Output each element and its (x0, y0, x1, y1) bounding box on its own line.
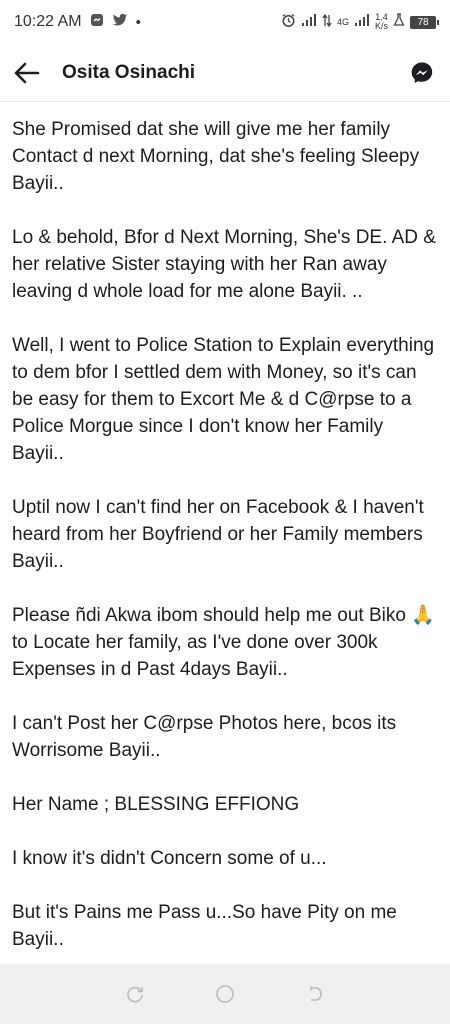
notification-dot: • (135, 13, 141, 31)
recent-apps-icon (127, 986, 143, 1003)
home-icon (216, 985, 234, 1003)
post-paragraph: Uptil now I can't find her on Facebook &… (12, 497, 430, 572)
post-paragraph: I can't Post her C@rpse Photos here, bco… (12, 713, 402, 761)
recent-apps-button[interactable] (120, 979, 150, 1009)
post-content: She Promised dat she will give me her fa… (0, 102, 450, 964)
post-paragraph: But it's Pains me Pass u...So have Pity … (12, 902, 403, 950)
signal-icon (301, 13, 317, 31)
battery-icon: 78 (410, 15, 439, 29)
status-left: 10:22 AM • (14, 13, 141, 31)
status-right: 4G 1.4 K/s 78 (281, 13, 439, 32)
messenger-notification-icon (90, 13, 104, 31)
flask-icon (393, 13, 405, 31)
post-paragraph: She Promised dat she will give me her fa… (12, 119, 425, 194)
post-paragraph: Lo & behold, Bfor d Next Morning, She's … (12, 227, 442, 302)
page-title: Osita Osinachi (62, 61, 196, 83)
post-paragraph: Her Name ; BLESSING EFFIONG (12, 794, 300, 815)
post-paragraph: Please ñdi Akwa ibom should help me out … (12, 605, 441, 680)
post-paragraph: Well, I went to Police Station to Explai… (12, 335, 440, 464)
messenger-icon (411, 62, 433, 83)
system-back-button[interactable] (300, 979, 330, 1009)
back-button[interactable] (14, 56, 48, 90)
alarm-icon (281, 13, 296, 32)
network-speed: 1.4 K/s (375, 13, 388, 31)
speed-unit: K/s (374, 21, 388, 31)
arrow-left-icon (14, 62, 40, 83)
home-button[interactable] (210, 979, 240, 1009)
twitter-icon (112, 13, 128, 31)
network-type: 4G (336, 16, 349, 27)
messenger-button[interactable] (408, 59, 436, 87)
status-bar: 10:22 AM • 4G 1.4 K/s 78 (0, 0, 450, 44)
data-arrows-icon (322, 13, 332, 31)
system-nav-bar (0, 964, 450, 1024)
post-paragraph: I know it's didn't Concern some of u... (12, 848, 327, 869)
status-time: 10:22 AM (14, 13, 82, 30)
app-bar: Osita Osinachi (0, 44, 450, 102)
signal-icon-2 (354, 13, 370, 31)
back-icon (310, 986, 322, 1001)
